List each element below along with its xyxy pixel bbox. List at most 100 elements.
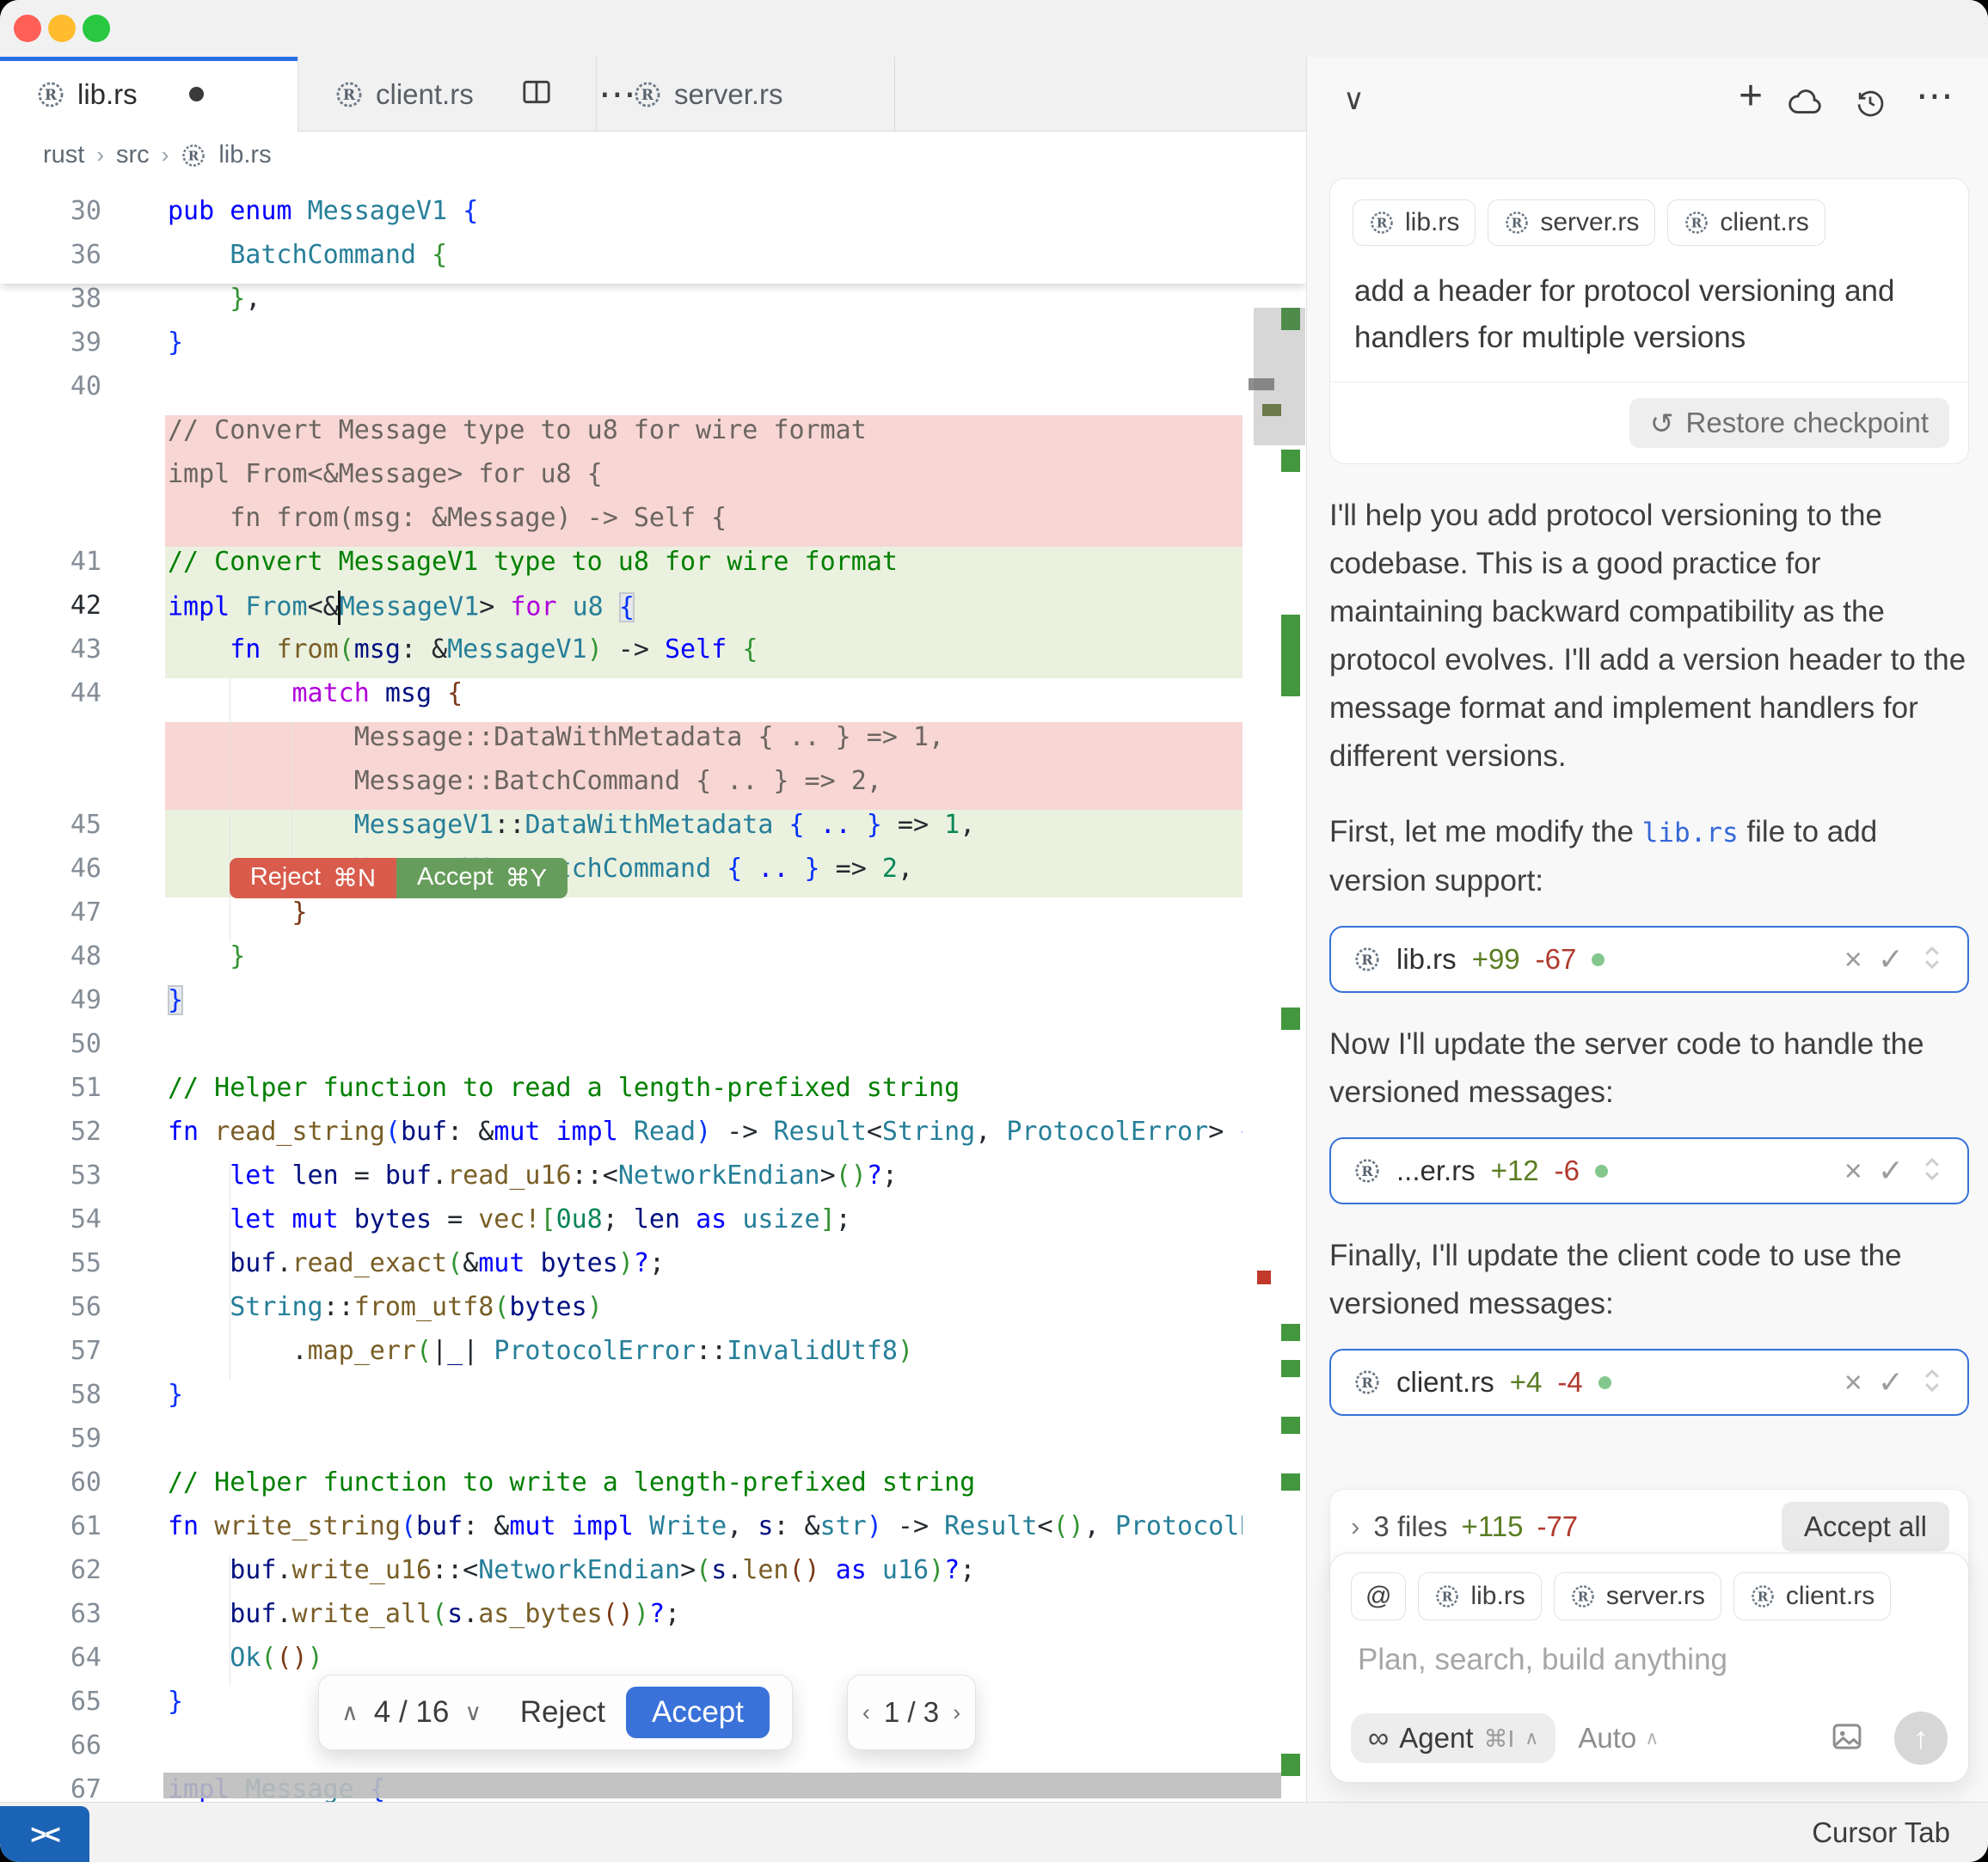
code-line-52[interactable]: 52fn read_string(buf: &mut impl Read) ->…	[0, 1117, 1307, 1161]
accept-all-button[interactable]: Accept all	[1782, 1502, 1949, 1552]
mention-chip[interactable]: @	[1351, 1572, 1406, 1620]
file-additions: +99	[1472, 943, 1520, 976]
line-number: 47	[0, 897, 101, 928]
file-chip-client.rs[interactable]: Rclient.rs	[1667, 199, 1825, 246]
history-icon[interactable]	[1854, 86, 1887, 123]
breadcrumb-item[interactable]: rust	[43, 141, 84, 169]
code-line-48[interactable]: 48 }	[0, 941, 1307, 985]
chat-composer[interactable]: @Rlib.rs Rserver.rsRclient.rs Plan, searc…	[1329, 1553, 1969, 1783]
reject-file-icon[interactable]: ×	[1844, 1364, 1862, 1400]
code-line-49[interactable]: 49}	[0, 985, 1307, 1029]
tab-client.rs[interactable]: Rclient.rs	[298, 57, 597, 132]
tab-server.rs[interactable]: Rserver.rs	[597, 57, 895, 132]
attach-image-icon[interactable]	[1829, 1718, 1865, 1759]
code-line-54[interactable]: 54 let mut bytes = vec![0u8; len as usiz…	[0, 1204, 1307, 1248]
prev-diff-icon[interactable]: ∧	[341, 1700, 359, 1726]
code-line[interactable]: Message::DataWithMetadata { .. } => 1,	[0, 722, 1307, 766]
vertical-scrollbar[interactable]	[1254, 308, 1305, 445]
next-diff-icon[interactable]: ∨	[464, 1700, 482, 1726]
maximize-window-button[interactable]	[83, 15, 110, 42]
expand-file-icon[interactable]	[1919, 1366, 1945, 1400]
svg-text:R: R	[45, 87, 58, 104]
code-line-58[interactable]: 58}	[0, 1380, 1307, 1424]
code-line-63[interactable]: 63 buf.write_all(s.as_bytes())?;	[0, 1599, 1307, 1643]
code-line-30[interactable]: 30pub enum MessageV1 {	[0, 196, 1307, 240]
code-line-39[interactable]: 39}	[0, 328, 1307, 371]
code-line-41[interactable]: 41// Convert MessageV1 type to u8 for wi…	[0, 547, 1307, 591]
code-line-44[interactable]: 44 match msg {	[0, 678, 1307, 722]
file-diff-card-client.rs[interactable]: Rclient.rs+4-4×✓	[1329, 1349, 1969, 1416]
code-line-38[interactable]: 38 },	[0, 284, 1307, 328]
code-text: fn write_string(buf: &mut impl Write, s:…	[168, 1511, 1242, 1541]
chat-more-icon[interactable]: ⋯	[1916, 74, 1954, 118]
file-diff-card-...er.rs[interactable]: R...er.rs+12-6×✓	[1329, 1137, 1969, 1204]
code-line-36[interactable]: 36 BatchCommand {	[0, 240, 1307, 284]
breadcrumb-file[interactable]: lib.rs	[218, 141, 271, 169]
code-line-45[interactable]: 45 MessageV1::DataWithMetadata { .. } =>…	[0, 810, 1307, 854]
accept-button[interactable]: Accept	[626, 1687, 770, 1738]
expand-file-icon[interactable]	[1919, 943, 1945, 977]
file-diff-card-lib.rs[interactable]: Rlib.rs+99-67×✓	[1329, 926, 1969, 993]
file-chip-lib.rs[interactable]: Rlib.rs	[1353, 199, 1476, 246]
code-line-57[interactable]: 57 .map_err(|_| ProtocolError::InvalidUt…	[0, 1336, 1307, 1380]
restore-checkpoint-button[interactable]: ↺ Restore checkpoint	[1629, 398, 1949, 448]
breadcrumb[interactable]: rust›src›Rlib.rs	[0, 132, 1307, 179]
composer-placeholder[interactable]: Plan, search, build anything	[1358, 1643, 1948, 1677]
code-line-51[interactable]: 51// Helper function to read a length-pr…	[0, 1073, 1307, 1117]
accept-file-icon[interactable]: ✓	[1878, 1364, 1904, 1400]
code-line[interactable]: Message::BatchCommand { .. } => 2,	[0, 766, 1307, 810]
code-line[interactable]: fn from(msg: &Message) -> Self {	[0, 503, 1307, 547]
reject-button[interactable]: Reject	[520, 1695, 605, 1730]
remote-indicator[interactable]: ><	[0, 1806, 89, 1862]
send-button[interactable]: ↑	[1894, 1712, 1948, 1765]
cursor-tab-status[interactable]: Cursor Tab	[1812, 1803, 1950, 1862]
file-chip-lib.rs[interactable]: Rlib.rs	[1418, 1572, 1541, 1620]
code-line-50[interactable]: 50	[0, 1029, 1307, 1073]
line-number: 45	[0, 810, 101, 840]
code-line-53[interactable]: 53 let len = buf.read_u16::<NetworkEndia…	[0, 1161, 1307, 1204]
file-chip-client.rs[interactable]: Rclient.rs	[1733, 1572, 1891, 1620]
code-line-62[interactable]: 62 buf.write_u16::<NetworkEndian>(s.len(…	[0, 1555, 1307, 1599]
new-chat-icon[interactable]: +	[1739, 72, 1763, 119]
code-line-40[interactable]: 40	[0, 371, 1307, 415]
code-line-42[interactable]: 42impl From<&MessageV1> for u8 {	[0, 591, 1307, 634]
code-line-61[interactable]: 61fn write_string(buf: &mut impl Write, …	[0, 1511, 1307, 1555]
model-selector[interactable]: Auto ∧	[1578, 1722, 1659, 1755]
code-text: pub enum MessageV1 {	[168, 196, 1242, 226]
code-editor[interactable]: 38 },39}40// Convert Message type to u8 …	[0, 179, 1307, 1802]
code-line-55[interactable]: 55 buf.read_exact(&mut bytes)?;	[0, 1248, 1307, 1292]
minimize-window-button[interactable]	[48, 15, 76, 42]
breadcrumb-item[interactable]: src	[116, 141, 150, 169]
code-line-46[interactable]: 46 MessageV1::BatchCommand { .. } => 2,	[0, 854, 1307, 897]
ai-chat-panel: ∨ + ⋯ Rlib.rsRserver.rsRclient.rs add a …	[1307, 57, 1988, 1802]
panel-divider[interactable]	[1306, 57, 1307, 1802]
tab-lib.rs[interactable]: Rlib.rs	[0, 57, 298, 132]
file-chip-server.rs[interactable]: Rserver.rs	[1488, 199, 1655, 246]
accept-file-icon[interactable]: ✓	[1878, 1153, 1904, 1189]
cloud-icon[interactable]	[1787, 86, 1825, 121]
expand-file-icon[interactable]	[1919, 1155, 1945, 1188]
inline-accept-button[interactable]: Accept⌘Y	[396, 858, 568, 898]
code-line[interactable]: impl From<&Message> for u8 {	[0, 459, 1307, 503]
code-line-59[interactable]: 59	[0, 1424, 1307, 1467]
file-additions: +12	[1491, 1155, 1539, 1187]
code-line-56[interactable]: 56 String::from_utf8(bytes)	[0, 1292, 1307, 1336]
reject-file-icon[interactable]: ×	[1844, 941, 1862, 977]
pending-dot-icon	[1598, 1376, 1611, 1389]
prev-file-icon[interactable]: ‹	[862, 1700, 870, 1726]
collapse-chat-icon[interactable]: ∨	[1343, 83, 1365, 117]
code-line-47[interactable]: 47 }	[0, 897, 1307, 941]
next-file-icon[interactable]: ›	[953, 1700, 960, 1726]
expand-files-icon[interactable]: ›	[1351, 1511, 1359, 1542]
code-line-60[interactable]: 60// Helper function to write a length-p…	[0, 1467, 1307, 1511]
agent-mode-selector[interactable]: ∞ Agent ⌘I ∧	[1351, 1713, 1555, 1763]
code-line-43[interactable]: 43 fn from(msg: &MessageV1) -> Self {	[0, 634, 1307, 678]
file-chip-server.rs[interactable]: Rserver.rs	[1554, 1572, 1721, 1620]
close-window-button[interactable]	[14, 15, 41, 42]
line-number: 50	[0, 1029, 101, 1059]
reject-file-icon[interactable]: ×	[1844, 1153, 1862, 1189]
inline-reject-button[interactable]: Reject⌘N	[230, 858, 396, 898]
code-line[interactable]: // Convert Message type to u8 for wire f…	[0, 415, 1307, 459]
horizontal-scrollbar[interactable]	[163, 1773, 1281, 1798]
accept-file-icon[interactable]: ✓	[1878, 941, 1904, 977]
